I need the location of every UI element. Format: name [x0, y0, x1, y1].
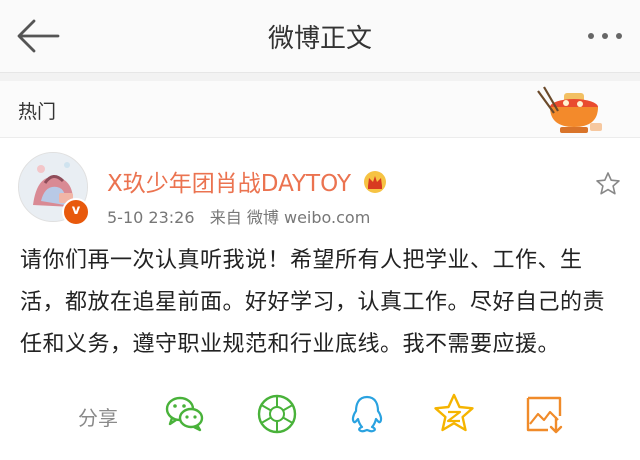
- post-source[interactable]: 微博 weibo.com: [247, 208, 370, 227]
- avatar[interactable]: v: [18, 152, 90, 226]
- save-image-icon[interactable]: [522, 392, 566, 436]
- qq-icon[interactable]: [345, 392, 389, 436]
- hot-section[interactable]: 热门: [0, 81, 640, 138]
- post-date: 5-10 23:26: [107, 208, 195, 227]
- hot-label: 热门: [18, 101, 57, 123]
- moments-icon[interactable]: [255, 392, 299, 436]
- hotpot-sticker-icon: [537, 86, 602, 133]
- username-text[interactable]: X玖少年团肖战DAYTOY: [107, 171, 351, 197]
- share-label: 分享: [78, 406, 118, 430]
- wechat-icon[interactable]: [163, 392, 207, 436]
- post-meta: 5-10 23:26 来自 微博 weibo.com: [107, 204, 370, 228]
- more-dots-icon[interactable]: [582, 18, 628, 54]
- page-title: 微博正文: [267, 24, 372, 54]
- share-bar: 分享: [0, 382, 640, 446]
- top-bar: 微博正文: [0, 0, 640, 73]
- qzone-icon[interactable]: [432, 392, 476, 436]
- source-prefix: 来自: [209, 208, 242, 227]
- post-text: 请你们再一次认真听我说！希望所有人把学业、工作、生活，都放在追星前面。好好学习，…: [20, 248, 606, 357]
- crown-member-icon[interactable]: [362, 170, 388, 194]
- verified-badge-icon: v: [62, 198, 90, 226]
- section-gap: [0, 73, 640, 81]
- star-favorite-icon[interactable]: [594, 170, 622, 198]
- post-author[interactable]: X玖少年团肖战DAYTOY: [107, 164, 388, 198]
